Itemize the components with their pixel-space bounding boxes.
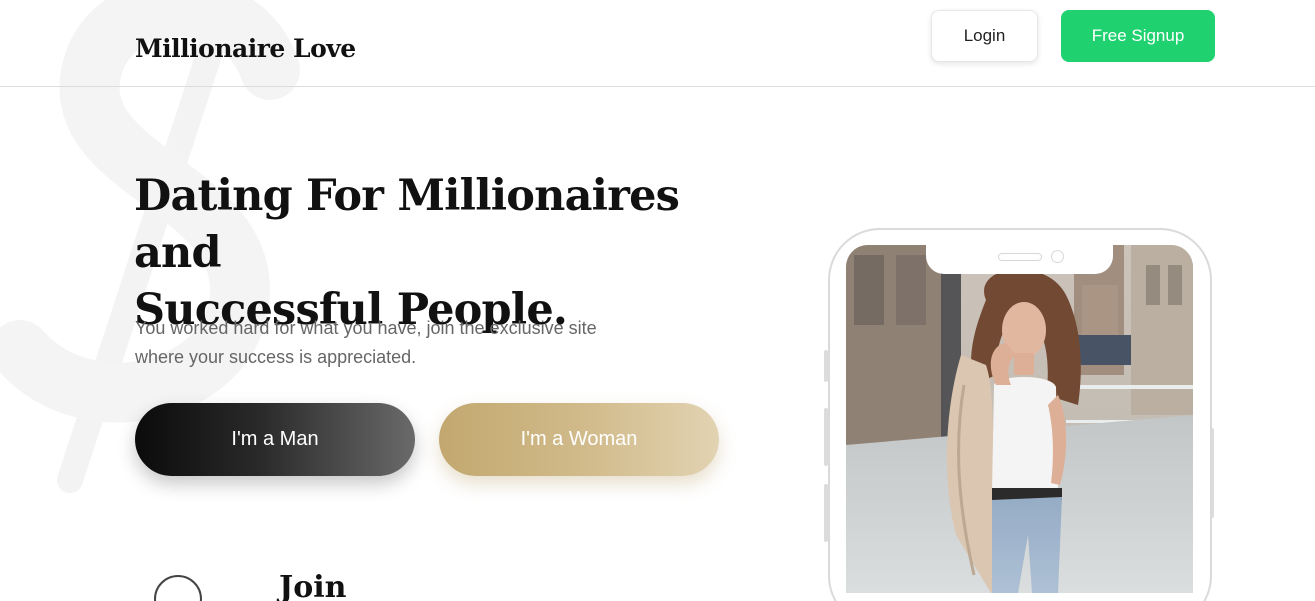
subtext-line-2: where your success is appreciated. — [135, 347, 417, 367]
headline-line-1: Dating For Millionaires and — [134, 171, 680, 278]
phone-mockup — [824, 228, 1214, 601]
step-title-join: Join — [279, 570, 347, 601]
step-circle-icon — [154, 575, 202, 601]
phone-camera-icon — [1051, 250, 1064, 263]
login-button[interactable]: Login — [931, 10, 1038, 62]
brand-logo[interactable]: Millionaire Love — [135, 34, 356, 63]
free-signup-button[interactable]: Free Signup — [1061, 10, 1215, 62]
subtext-line-1: You worked hard for what you have, join … — [135, 318, 597, 338]
im-a-man-button[interactable]: I'm a Man — [135, 403, 415, 476]
im-a-woman-button[interactable]: I'm a Woman — [439, 403, 719, 476]
profile-photo — [846, 245, 1193, 593]
top-header: Millionaire Love Login Free Signup — [0, 0, 1315, 87]
phone-speaker — [998, 253, 1042, 261]
woman-portrait-image — [846, 245, 1193, 593]
hero-subtext: You worked hard for what you have, join … — [135, 314, 655, 372]
